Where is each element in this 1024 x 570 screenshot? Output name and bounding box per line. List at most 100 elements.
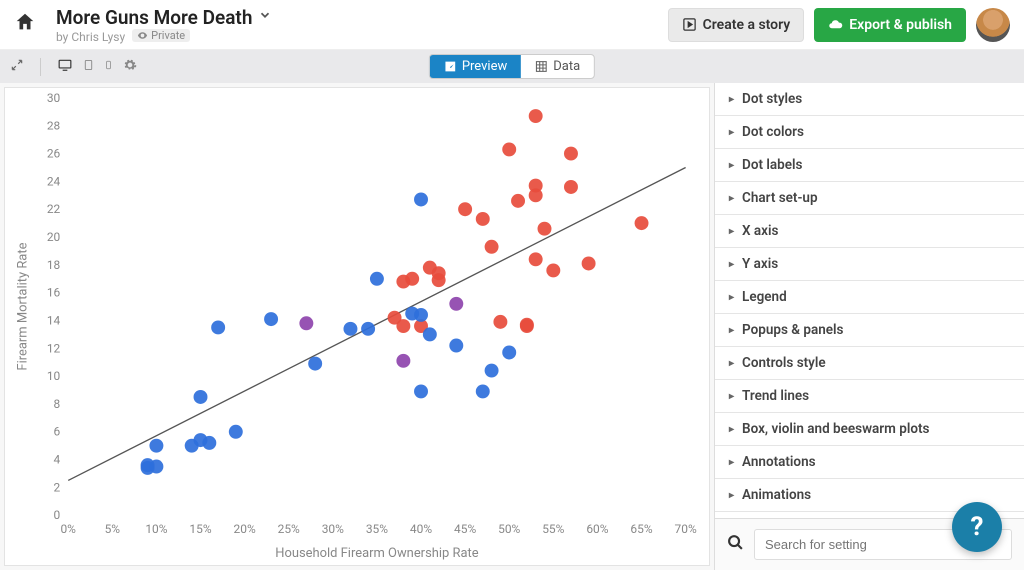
svg-text:55%: 55% (542, 522, 564, 536)
svg-text:Firearm Mortality Rate: Firearm Mortality Rate (15, 242, 30, 370)
desktop-icon[interactable] (57, 58, 73, 76)
svg-text:60%: 60% (586, 522, 608, 536)
panel-dot-styles[interactable]: ▸ Dot styles (715, 83, 1024, 116)
svg-text:20: 20 (47, 230, 61, 244)
svg-text:25%: 25% (278, 522, 300, 536)
chart-icon (444, 60, 457, 73)
view-tabs: Preview Data (429, 54, 595, 79)
caret-right-icon: ▸ (729, 193, 734, 204)
scatter-chart[interactable]: 0246810121416182022242628300%5%10%15%20%… (5, 88, 709, 565)
svg-text:2: 2 (54, 480, 61, 494)
svg-text:6: 6 (54, 425, 61, 439)
gear-icon[interactable] (123, 58, 137, 76)
search-icon (727, 534, 744, 555)
tab-preview-label: Preview (462, 59, 507, 74)
chart-area: 0246810121416182022242628300%5%10%15%20%… (0, 83, 714, 570)
panel-dot-labels[interactable]: ▸ Dot labels (715, 149, 1024, 182)
svg-text:22: 22 (47, 202, 61, 216)
svg-text:0%: 0% (60, 522, 76, 536)
panel-label: Legend (742, 289, 787, 305)
play-icon (682, 17, 697, 32)
eye-icon (137, 30, 148, 41)
panel-box-violin-and-beeswarm-plots[interactable]: ▸ Box, violin and beeswarm plots (715, 413, 1024, 446)
svg-text:35%: 35% (366, 522, 388, 536)
grid-icon (535, 60, 548, 73)
panel-legend[interactable]: ▸ Legend (715, 281, 1024, 314)
svg-text:30%: 30% (322, 522, 344, 536)
svg-text:45%: 45% (454, 522, 476, 536)
panel-y-axis[interactable]: ▸Y axis (715, 248, 1024, 281)
panel-label: Dot colors (742, 124, 804, 140)
mobile-icon[interactable] (104, 58, 113, 76)
caret-right-icon: ▸ (729, 358, 734, 369)
svg-text:30: 30 (47, 91, 61, 105)
panel-annotations[interactable]: ▸Annotations (715, 446, 1024, 479)
svg-text:65%: 65% (630, 522, 652, 536)
svg-text:12: 12 (47, 341, 61, 355)
export-publish-button[interactable]: Export & publish (814, 8, 966, 42)
chevron-down-icon[interactable] (258, 8, 272, 26)
panel-x-axis[interactable]: ▸ X axis (715, 215, 1024, 248)
svg-text:5%: 5% (105, 522, 121, 536)
caret-right-icon: ▸ (729, 94, 734, 105)
panel-label: Controls style (742, 355, 826, 371)
svg-text:10: 10 (47, 369, 61, 383)
settings-panels: ▸ Dot styles ▸ Dot colors ▸ Dot labels ▸ Chart … (715, 83, 1024, 518)
panel-chart-set-up[interactable]: ▸ Chart set-up (715, 182, 1024, 215)
panel-dot-colors[interactable]: ▸ Dot colors (715, 116, 1024, 149)
page-title: More Guns More Death (56, 6, 252, 29)
panel-label: Box, violin and beeswarm plots (742, 421, 929, 437)
panel-label: Dot styles (742, 91, 802, 107)
privacy-badge[interactable]: Private (132, 29, 190, 42)
caret-right-icon: ▸ (729, 226, 734, 237)
svg-text:50%: 50% (498, 522, 520, 536)
help-button[interactable]: ? (952, 502, 1002, 552)
svg-text:0: 0 (54, 508, 61, 522)
svg-text:4: 4 (54, 453, 61, 467)
caret-right-icon: ▸ (729, 424, 734, 435)
expand-icon[interactable] (10, 58, 24, 76)
divider (40, 58, 41, 76)
privacy-label: Private (151, 29, 185, 42)
author-name: Chris Lysy (71, 30, 125, 44)
caret-right-icon: ▸ (729, 160, 734, 171)
tab-preview[interactable]: Preview (430, 55, 521, 78)
panel-controls-style[interactable]: ▸ Controls style (715, 347, 1024, 380)
caret-right-icon: ▸ (729, 325, 734, 336)
title-block: More Guns More Death by Chris Lysy Priva… (56, 6, 668, 44)
create-story-button[interactable]: Create a story (668, 8, 805, 42)
panel-label: Chart set-up (742, 190, 818, 206)
svg-text:18: 18 (47, 258, 61, 272)
panel-trend-lines[interactable]: ▸ Trend lines (715, 380, 1024, 413)
panel-label: X axis (742, 223, 778, 239)
by-prefix: by (56, 30, 68, 44)
panel-label: Dot labels (742, 157, 802, 173)
home-icon[interactable] (14, 11, 36, 39)
create-story-label: Create a story (703, 17, 791, 33)
svg-text:10%: 10% (145, 522, 167, 536)
tab-data[interactable]: Data (521, 55, 594, 78)
svg-text:26: 26 (47, 147, 61, 161)
panel-label: Y axis (742, 256, 778, 272)
svg-text:15%: 15% (189, 522, 211, 536)
caret-right-icon: ▸ (729, 490, 734, 501)
cloud-icon (828, 17, 843, 32)
caret-right-icon: ▸ (729, 127, 734, 138)
svg-text:16: 16 (47, 286, 61, 300)
svg-text:70%: 70% (675, 522, 697, 536)
panel-label: Trend lines (742, 388, 809, 404)
svg-text:28: 28 (47, 119, 61, 133)
panel-popups-panels[interactable]: ▸ Popups & panels (715, 314, 1024, 347)
caret-right-icon: ▸ (729, 391, 734, 402)
caret-right-icon: ▸ (729, 292, 734, 303)
panel-label: Popups & panels (742, 322, 843, 338)
export-publish-label: Export & publish (849, 17, 952, 33)
svg-text:40%: 40% (410, 522, 432, 536)
svg-text:20%: 20% (234, 522, 256, 536)
byline: by Chris Lysy Private (56, 29, 668, 44)
tab-data-label: Data (553, 59, 580, 74)
panel-label: Animations (742, 487, 811, 503)
avatar[interactable] (976, 8, 1010, 42)
tablet-icon[interactable] (83, 58, 94, 76)
caret-right-icon: ▸ (729, 457, 734, 468)
